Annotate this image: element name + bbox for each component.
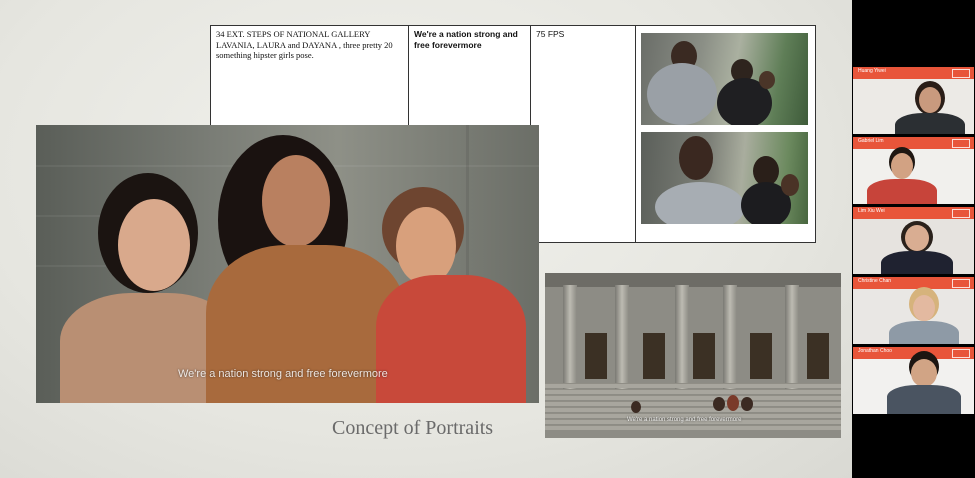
participant-name: Jonathan Choo [858,348,892,354]
frame-rate-cell: 75 FPS [531,26,636,242]
participant-name: Lim Xiu Wei [858,208,885,214]
scene-description: LAVANIA, LAURA and DAYANA , three pretty… [216,39,393,61]
participant-gallery: Huang Yiwei Gabriel Lim Lim Xiu Wei Chri… [852,0,975,478]
frame-rate-text: 75 FPS [536,29,565,39]
event-logo-icon [952,279,970,288]
presentation-slide: 34 EXT. STEPS OF NATIONAL GALLERY LAVANI… [0,0,852,478]
participant-name: Huang Yiwei [858,68,886,74]
building-photo: We're a nation strong and free forevermo… [545,273,841,438]
reference-image-top [641,33,808,125]
slide-caption: Concept of Portraits [332,417,494,439]
participant-tile: Lim Xiu Wei [853,207,974,274]
portrait-subtitle: We're a nation strong and free forevermo… [178,368,388,380]
building-subtitle: We're a nation strong and free forevermo… [627,417,742,423]
participant-tile: Jonathan Choo [853,347,974,414]
participant-tile: Christine Chan [853,277,974,344]
portrait-photo: We're a nation strong and free forevermo… [36,125,539,403]
lyrics-text: We're a nation strong and free forevermo… [414,29,518,50]
participant-name: Christine Chan [858,278,892,284]
event-logo-icon [952,139,970,148]
event-logo-icon [952,209,970,218]
event-logo-icon [952,349,970,358]
participant-name: Gabriel Lim [858,138,884,144]
event-logo-icon [952,69,970,78]
scene-heading: 34 EXT. STEPS OF NATIONAL GALLERY [216,29,371,39]
reference-images-cell [636,26,815,242]
participant-tile: Huang Yiwei [853,67,974,134]
reference-image-bottom [641,132,808,224]
participant-tile: Gabriel Lim [853,137,974,204]
